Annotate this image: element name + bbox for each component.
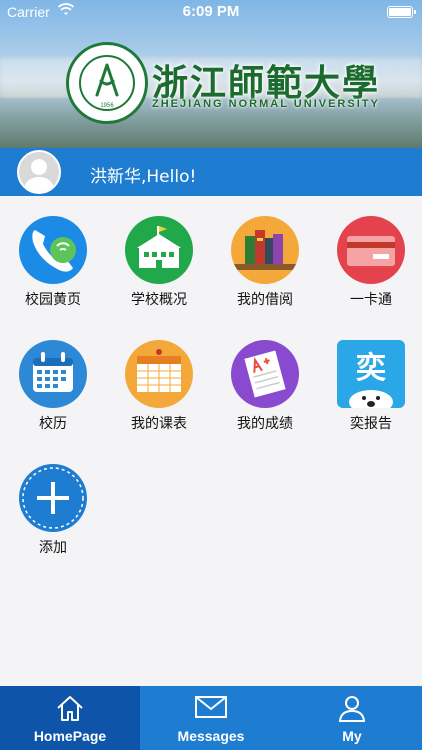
app-my-timetable[interactable]: 我的课表: [106, 320, 212, 432]
app-school-calendar[interactable]: 校历: [0, 320, 106, 432]
home-icon: [57, 696, 83, 721]
app-campus-card[interactable]: 一卡通: [318, 196, 422, 308]
tab-my[interactable]: My: [282, 686, 422, 750]
app-label: 添加: [39, 540, 67, 556]
svg-text:奕: 奕: [356, 351, 386, 386]
timetable-icon: [125, 340, 193, 408]
phone-icon: [19, 216, 87, 284]
yi-report-icon: 奕: [337, 340, 405, 408]
person-icon: [338, 696, 366, 722]
person-avatar-icon: [23, 159, 55, 192]
tab-homepage[interactable]: HomePage: [0, 686, 140, 750]
app-my-grades[interactable]: 我的成绩: [212, 320, 318, 432]
card-icon: [337, 216, 405, 284]
seal-year: 1956: [100, 103, 114, 109]
tab-label: HomePage: [33, 728, 107, 744]
grades-icon: [231, 340, 299, 408]
status-bar: Carrier 6:09 PM: [0, 0, 422, 24]
tab-label: My: [342, 728, 362, 744]
app-yi-report[interactable]: 奕 奕报告: [318, 320, 422, 432]
avatar[interactable]: [17, 150, 61, 194]
app-my-borrowing[interactable]: 我的借阅: [212, 196, 318, 308]
tab-bar: HomePage Messages My: [0, 686, 422, 750]
user-greeting: 洪新华,Hello!: [90, 167, 197, 187]
battery-icon: [387, 6, 416, 18]
app-label: 一卡通: [350, 292, 392, 308]
app-school-overview[interactable]: 学校概况: [106, 196, 212, 308]
university-seal-logo: 1956: [66, 42, 148, 124]
university-name-en: ZHEJIANG NORMAL UNIVERSITY: [152, 98, 380, 110]
app-campus-directory[interactable]: 校园黄页: [0, 196, 106, 308]
clock: 6:09 PM: [182, 3, 240, 20]
header-banner: Carrier 6:09 PM 1956 浙江師範大學 ZHEJIANG NOR…: [0, 0, 422, 148]
tab-label: Messages: [177, 728, 245, 744]
plus-icon: [19, 464, 87, 532]
envelope-icon: [195, 696, 227, 718]
tab-messages[interactable]: Messages: [141, 686, 281, 750]
app-label: 奕报告: [350, 416, 392, 432]
app-label: 我的课表: [131, 416, 187, 432]
app-label: 校历: [39, 416, 67, 432]
calendar-icon: [19, 340, 87, 408]
app-grid: 校园黄页 学校概况 我的借阅 一卡通 校历 我的课表 我的成绩 奕 奕报告 添加: [0, 196, 422, 686]
app-label: 校园黄页: [25, 292, 81, 308]
user-bar[interactable]: 洪新华,Hello!: [0, 148, 422, 196]
books-icon: [231, 216, 299, 284]
school-icon: [125, 216, 193, 284]
app-label: 我的借阅: [237, 292, 293, 308]
app-label: 我的成绩: [237, 416, 293, 432]
app-label: 学校概况: [131, 292, 187, 308]
app-add[interactable]: 添加: [0, 444, 106, 556]
